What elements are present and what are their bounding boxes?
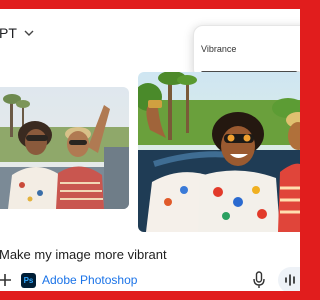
microphone-icon[interactable]	[253, 271, 265, 289]
plus-icon[interactable]	[0, 271, 11, 289]
model-picker[interactable]: PT	[0, 23, 35, 43]
photoshop-logo-icon: Ps	[21, 272, 36, 288]
vibrant-image[interactable]	[138, 72, 300, 232]
chevron-down-icon	[24, 30, 34, 36]
voice-waveform-icon	[285, 274, 295, 286]
photoshop-app-label: Adobe Photoshop	[42, 273, 138, 287]
vibrance-label: Vibrance	[201, 44, 237, 54]
vibrant-photo-graphic	[138, 72, 300, 232]
original-photo-graphic	[0, 87, 129, 209]
voice-mode-button[interactable]	[278, 267, 300, 291]
chat-window: PT Vibrance Make my image more vibrant P…	[0, 9, 300, 291]
original-image[interactable]	[0, 87, 129, 209]
composer-toolbar: Ps Adobe Photoshop	[0, 267, 300, 291]
user-prompt-message: Make my image more vibrant	[0, 247, 167, 262]
model-picker-label: PT	[0, 25, 17, 41]
photoshop-app-chip[interactable]: Ps Adobe Photoshop	[21, 271, 137, 289]
